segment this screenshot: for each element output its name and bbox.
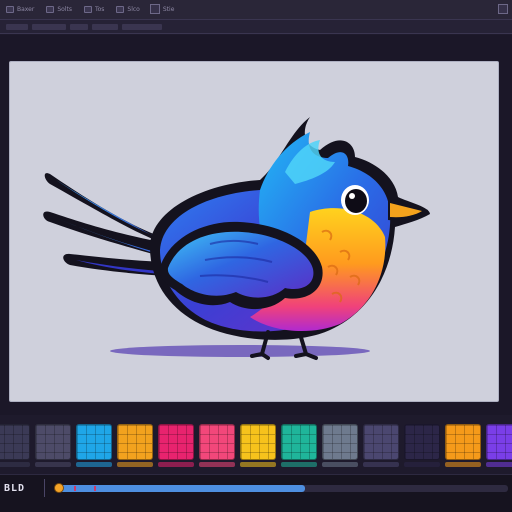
timeline-marker <box>74 486 76 491</box>
timeline-marker <box>94 486 96 491</box>
menu-item-1[interactable]: Baxer <box>0 0 40 20</box>
swatch-shade <box>486 462 512 467</box>
swatch-deep-purple[interactable] <box>404 424 440 460</box>
swatch-amber[interactable] <box>117 424 153 460</box>
menubar: Baxer Solts Tos Slco Stie <box>0 0 512 20</box>
panel-toggle-icon[interactable] <box>150 4 160 14</box>
swatch-orange[interactable] <box>445 424 481 460</box>
timeline-start-handle[interactable] <box>54 483 64 493</box>
swatch-shade <box>404 462 440 467</box>
status-label: BLD <box>4 483 26 494</box>
eye-pupil <box>345 189 367 213</box>
menu-item-3[interactable]: Tos <box>78 0 110 20</box>
menu-item-label: Stie <box>162 6 175 13</box>
swatch-slate[interactable] <box>0 424 30 460</box>
maximize-icon[interactable] <box>498 4 508 14</box>
swatch-gray-blue[interactable] <box>322 424 358 460</box>
bird-illustration <box>43 117 430 360</box>
swatch-shade <box>199 462 235 467</box>
swatch-shade <box>240 462 276 467</box>
square-icon <box>83 6 92 13</box>
swatch-magenta[interactable] <box>158 424 194 460</box>
eye-glint <box>349 193 355 199</box>
ruler-slot <box>32 23 66 30</box>
swatch-gray[interactable] <box>35 424 71 460</box>
square-icon <box>46 6 55 13</box>
ruler-slot <box>92 23 118 30</box>
square-icon <box>116 6 125 13</box>
menu-item-label: Baxer <box>17 6 35 13</box>
ruler-slot <box>6 23 28 30</box>
swatch-shade <box>445 462 481 467</box>
swatch-coral[interactable] <box>199 424 235 460</box>
swatch-sky-blue[interactable] <box>76 424 112 460</box>
swatch-dusk[interactable] <box>363 424 399 460</box>
menu-item-label: Slco <box>127 6 140 13</box>
swatch-shade <box>158 462 194 467</box>
menu-item-4[interactable]: Slco <box>110 0 145 20</box>
color-palette <box>0 422 512 470</box>
square-icon <box>6 6 14 13</box>
swatch-shade <box>0 462 30 467</box>
swatch-teal[interactable] <box>281 424 317 460</box>
editor-window: Baxer Solts Tos Slco Stie BLD <box>0 0 512 512</box>
ground-shadow <box>110 345 370 357</box>
toolbar-ruler <box>0 20 512 34</box>
drawing-canvas[interactable] <box>9 61 499 402</box>
swatch-yellow[interactable] <box>240 424 276 460</box>
swatch-shade <box>322 462 358 467</box>
swatch-violet[interactable] <box>486 424 512 460</box>
timeline-bar: BLD <box>0 474 512 512</box>
swatch-shade <box>281 462 317 467</box>
swatch-shade <box>117 462 153 467</box>
ruler-slot <box>122 23 162 30</box>
menu-item-label: Tos <box>94 6 105 13</box>
timeline-track[interactable] <box>54 483 508 493</box>
ruler-slot <box>70 23 88 30</box>
swatch-shade <box>76 462 112 467</box>
swatch-shade <box>35 462 71 467</box>
workspace <box>0 35 512 415</box>
menu-item-2[interactable]: Solts <box>40 0 78 20</box>
menu-item-label: Solts <box>57 6 72 13</box>
swatch-shade <box>363 462 399 467</box>
divider <box>44 479 45 497</box>
